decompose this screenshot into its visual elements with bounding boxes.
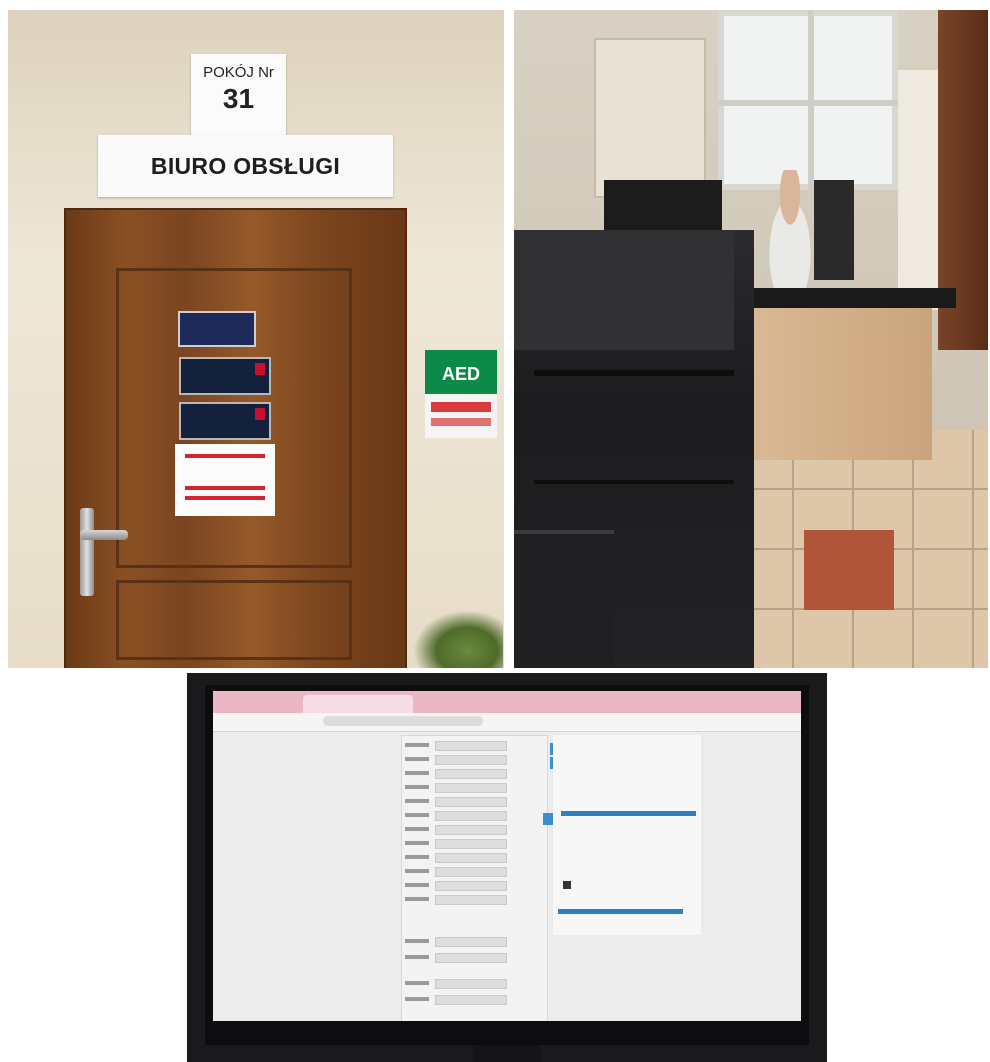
field-label <box>405 841 429 845</box>
notice-red-line <box>185 486 265 490</box>
aed-red-strip <box>431 418 491 426</box>
printer-tray <box>534 370 734 376</box>
form-field <box>435 797 507 807</box>
field-label <box>405 855 429 859</box>
form-field <box>435 895 507 905</box>
door-plaque <box>179 402 271 440</box>
field-label <box>405 813 429 817</box>
field-label <box>405 743 429 747</box>
door-plaque <box>179 357 271 395</box>
form-field <box>435 755 507 765</box>
form-field <box>435 867 507 877</box>
clerk <box>758 170 822 290</box>
field-label <box>405 981 429 985</box>
browser-toolbar <box>213 713 801 732</box>
notice-red-line <box>185 496 265 500</box>
form-field <box>435 769 507 779</box>
form-field <box>435 839 507 849</box>
field-label <box>405 955 429 959</box>
room-sign-number: 31 <box>222 83 255 114</box>
form-field <box>435 741 507 751</box>
door-handle-plate <box>80 508 94 596</box>
address-bar <box>323 716 483 726</box>
notice-red-line <box>185 454 265 458</box>
shredder <box>514 530 614 668</box>
aed-label: AED <box>441 364 480 384</box>
door-panel-lower <box>116 580 352 660</box>
floor-tile <box>804 530 894 610</box>
field-label <box>405 883 429 887</box>
form-field <box>435 811 507 821</box>
plaque-logo-icon <box>255 363 265 375</box>
blue-header-bar <box>558 909 683 914</box>
desk-top <box>746 288 956 308</box>
shelf <box>594 38 706 198</box>
photo-service-desk <box>514 10 988 668</box>
blue-button <box>543 813 553 825</box>
field-label <box>405 997 429 1001</box>
room-sign-label: POKÓJ Nr <box>203 64 274 81</box>
photo-monitor-screen <box>187 673 827 1062</box>
plaque-logo-icon <box>255 408 265 420</box>
monitor-stand <box>473 1045 541 1062</box>
printer-tray <box>534 480 734 484</box>
blue-header-bar <box>561 811 696 816</box>
printer-top <box>514 230 734 350</box>
form-field <box>435 783 507 793</box>
field-label <box>405 897 429 901</box>
room-number-sign: POKÓJ Nr 31 <box>191 54 286 136</box>
field-label <box>405 939 429 943</box>
field-label <box>405 771 429 775</box>
field-label <box>405 799 429 803</box>
field-label <box>405 869 429 873</box>
browser-tab-bar <box>213 691 801 713</box>
door-notice <box>175 444 275 516</box>
form-field <box>435 853 507 863</box>
form-field <box>435 953 507 963</box>
photo-office-door: POKÓJ Nr 31 BIURO OBSŁUGI KLIENTA AED <box>8 10 504 668</box>
field-label <box>405 785 429 789</box>
form-field <box>435 881 507 891</box>
browser-tab <box>303 695 413 713</box>
door-handle <box>80 530 128 540</box>
screen <box>213 691 801 1021</box>
form-field <box>435 825 507 835</box>
home-icon <box>563 881 571 889</box>
reception-desk <box>752 300 932 460</box>
details-panel <box>553 735 701 935</box>
form-field <box>435 937 507 947</box>
window-frame <box>718 100 898 106</box>
field-label <box>405 757 429 761</box>
door-plaque-small <box>178 311 256 347</box>
form-field <box>435 995 507 1005</box>
aed-sign: AED <box>425 350 497 438</box>
aed-red-strip <box>431 402 491 412</box>
field-label <box>405 827 429 831</box>
plant <box>413 610 503 668</box>
cabinet <box>898 70 942 310</box>
office-name-sign: BIURO OBSŁUGI KLIENTA <box>98 135 393 241</box>
form-field <box>435 979 507 989</box>
